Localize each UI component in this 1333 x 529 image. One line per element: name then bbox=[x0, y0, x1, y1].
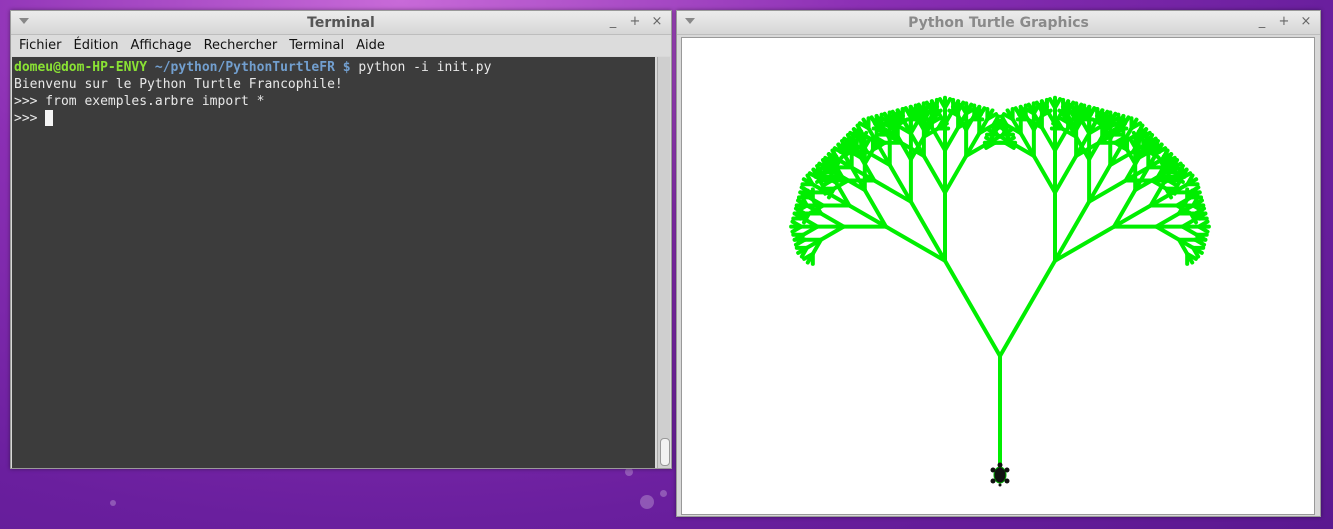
terminal-output[interactable]: domeu@dom-HP-ENVY ~/python/PythonTurtleF… bbox=[12, 57, 655, 468]
prompt-line: domeu@dom-HP-ENVY ~/python/PythonTurtleF… bbox=[14, 59, 653, 76]
menu-aide[interactable]: Aide bbox=[350, 38, 391, 53]
prompt-path: ~/python/PythonTurtleFR bbox=[154, 60, 335, 75]
terminal-titlebar[interactable]: Terminal _ + × bbox=[11, 11, 671, 35]
output-line: >>> from exemples.arbre import * bbox=[14, 94, 265, 109]
turtle-window[interactable]: Python Turtle Graphics _ + × bbox=[676, 10, 1321, 517]
turtle-icon bbox=[990, 462, 1010, 487]
tree-branch bbox=[1031, 153, 1057, 195]
wallpaper-bokeh bbox=[110, 500, 116, 506]
command-text: python -i init.py bbox=[358, 60, 492, 75]
text-cursor bbox=[45, 110, 54, 126]
prompt-symbol: $ bbox=[342, 60, 351, 75]
prompt-user: domeu@dom-HP-ENVY bbox=[14, 60, 148, 75]
menu-terminal[interactable]: Terminal bbox=[283, 38, 350, 53]
menu-fichier[interactable]: Fichier bbox=[13, 38, 68, 53]
output-line: Bienvenu sur le Python Turtle Francophil… bbox=[14, 77, 343, 92]
minimize-button[interactable]: _ bbox=[607, 14, 619, 30]
turtle-titlebar[interactable]: Python Turtle Graphics _ + × bbox=[677, 11, 1320, 35]
terminal-menubar: Fichier Édition Affichage Rechercher Ter… bbox=[11, 35, 671, 56]
maximize-button[interactable]: + bbox=[629, 14, 641, 30]
tree-branch bbox=[943, 153, 969, 195]
close-button[interactable]: × bbox=[651, 14, 663, 30]
menu-edition[interactable]: Édition bbox=[68, 38, 125, 53]
wallpaper-bokeh bbox=[625, 468, 633, 476]
maximize-button[interactable]: + bbox=[1278, 14, 1290, 30]
minimize-button[interactable]: _ bbox=[1256, 14, 1268, 30]
turtle-canvas[interactable] bbox=[681, 37, 1315, 515]
tree-branch bbox=[998, 258, 1057, 358]
terminal-window[interactable]: Terminal _ + × Fichier Édition Affichage… bbox=[10, 10, 672, 469]
tree-branch bbox=[943, 258, 1002, 358]
scrollbar-thumb[interactable] bbox=[660, 438, 670, 466]
python-prompt: >>> bbox=[14, 111, 46, 126]
menu-affichage[interactable]: Affichage bbox=[124, 38, 197, 53]
current-input-line: >>> bbox=[14, 110, 653, 127]
wallpaper-bokeh bbox=[660, 490, 667, 497]
window-title: Terminal bbox=[307, 15, 375, 31]
tree-branch bbox=[1053, 153, 1079, 195]
close-button[interactable]: × bbox=[1300, 14, 1312, 30]
wallpaper-bokeh bbox=[640, 495, 654, 509]
window-title: Python Turtle Graphics bbox=[908, 15, 1089, 31]
terminal-scrollbar[interactable] bbox=[657, 57, 670, 468]
menu-rechercher[interactable]: Rechercher bbox=[198, 38, 284, 53]
fractal-tree bbox=[789, 95, 1211, 487]
tree-branch bbox=[921, 153, 947, 195]
